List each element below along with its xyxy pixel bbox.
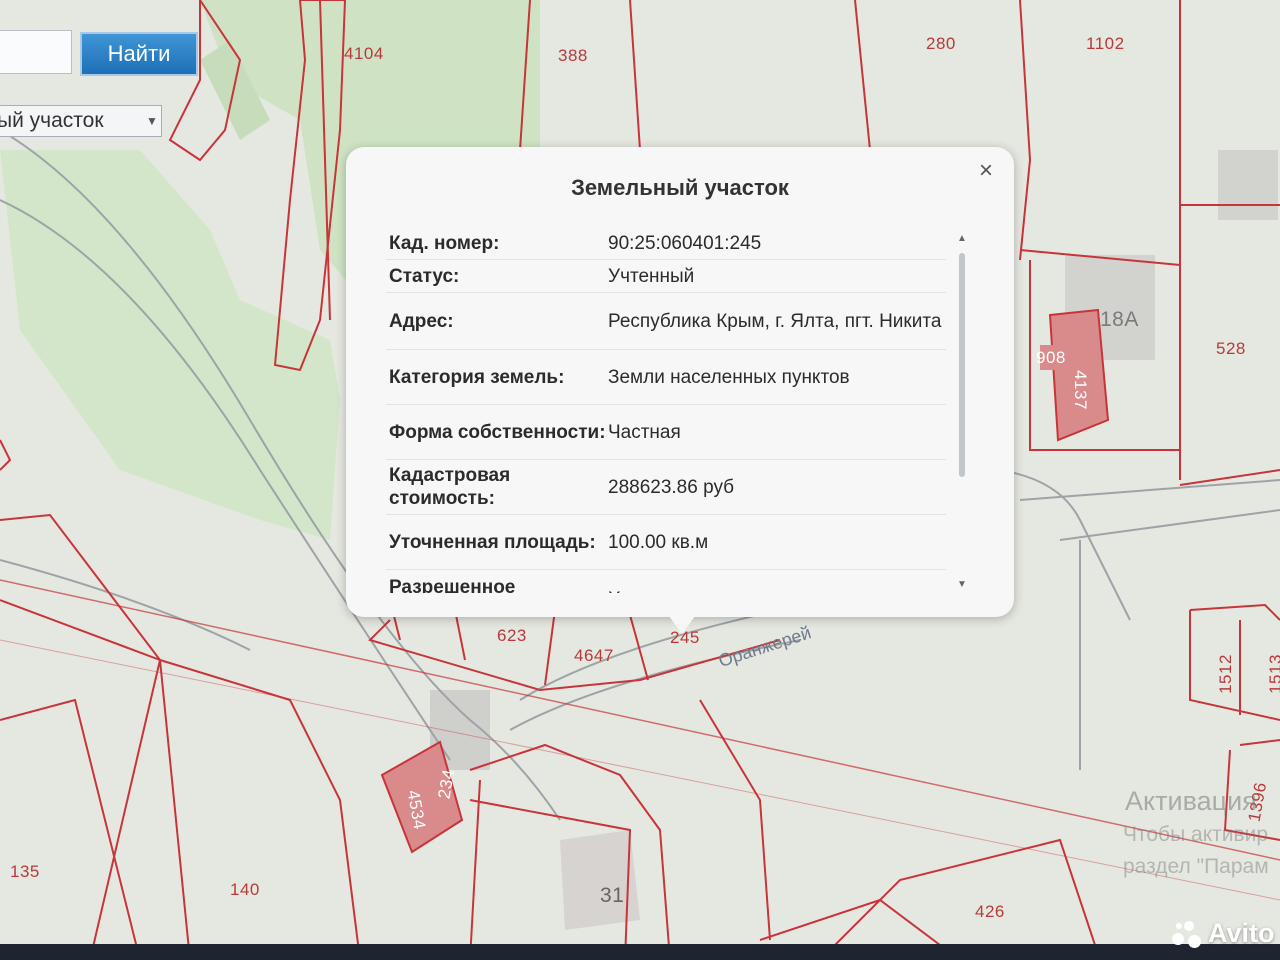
info-label: Кадастровая стоимость: (389, 465, 511, 509)
avito-dots-icon (1170, 919, 1202, 949)
plot-number: 388 (558, 46, 588, 65)
plot-number: 18А (1100, 308, 1139, 331)
info-label: Кад. номер: (389, 232, 500, 254)
search-button[interactable]: Найти (80, 32, 198, 76)
popup-pointer (666, 612, 698, 634)
scroll-down-icon[interactable]: ▼ (956, 579, 968, 591)
plot-number: 1102 (1086, 34, 1125, 53)
info-row: Разрешенное Хранение автотранспорта (386, 570, 946, 593)
plot-number: 1512 (1215, 654, 1235, 694)
activation-watermark: раздел "Парам (1123, 855, 1269, 878)
info-row: Кадастровая стоимость: 288623.86 руб (386, 460, 946, 515)
layer-select-value: ый участок (0, 109, 104, 132)
info-value: 288623.86 руб (608, 476, 735, 498)
plot-number: 4104 (344, 44, 384, 63)
plot-number: 135 (10, 862, 40, 881)
scroll-up-icon[interactable]: ▲ (956, 233, 968, 245)
parcel-info-popup: × Земельный участок Кад. номер: 90:25:06… (346, 147, 1014, 617)
info-row: Уточненная площадь: 100.00 кв.м (386, 515, 946, 570)
info-row: Статус: Учтенный (386, 260, 946, 293)
plot-number: 140 (230, 880, 260, 899)
info-label: Категория земель: (389, 366, 565, 388)
activation-watermark: Активация (1125, 786, 1257, 816)
info-label: Форма собственности: (389, 421, 606, 443)
info-value: 100.00 кв.м (608, 531, 709, 553)
plot-number: 528 (1216, 339, 1246, 358)
plot-number: 426 (975, 902, 1005, 921)
info-value: Учтенный (608, 265, 695, 287)
scroll-thumb[interactable] (959, 253, 965, 477)
info-value: Хранение автотранспорта (608, 576, 946, 593)
plot-number: 908 (1036, 348, 1066, 367)
plot-number: 4137 (1070, 370, 1090, 410)
info-label: Разрешенное (389, 577, 516, 593)
plot-number: 4647 (574, 646, 614, 665)
info-label: Уточненная площадь: (389, 531, 596, 553)
activation-watermark: Чтобы активир (1123, 823, 1269, 846)
info-row: Форма собственности: Частная (386, 405, 946, 460)
plot-number: 31 (600, 884, 625, 907)
plot-number: 1513 (1265, 654, 1280, 694)
plot-number: 623 (497, 626, 527, 645)
info-value: Частная (608, 421, 681, 443)
info-row: Категория земель: Земли населенных пункт… (386, 350, 946, 405)
layer-select[interactable]: ый участок ▼ (0, 105, 162, 137)
avito-logo: Avito (1170, 918, 1275, 949)
parcel-info-table: Кад. номер: 90:25:060401:245 Статус: Учт… (386, 227, 946, 593)
info-row: Адрес: Республика Крым, г. Ялта, пгт. Ни… (386, 293, 946, 350)
info-value: 90:25:060401:245 (608, 232, 762, 254)
avito-logo-text: Avito (1208, 918, 1275, 948)
info-label: Адрес: (389, 310, 454, 332)
popup-scrollbar[interactable]: ▲ ▼ (956, 233, 968, 591)
info-label: Статус: (389, 265, 460, 287)
search-input[interactable] (0, 30, 72, 74)
popup-title: Земельный участок (571, 175, 789, 200)
plot-number: 280 (926, 34, 956, 53)
info-value: Земли населенных пунктов (608, 366, 850, 388)
info-value: Республика Крым, г. Ялта, пгт. Никита (608, 310, 942, 332)
chevron-down-icon: ▼ (146, 114, 158, 128)
taskbar (0, 944, 1280, 960)
info-row: Кад. номер: 90:25:060401:245 (386, 227, 946, 260)
